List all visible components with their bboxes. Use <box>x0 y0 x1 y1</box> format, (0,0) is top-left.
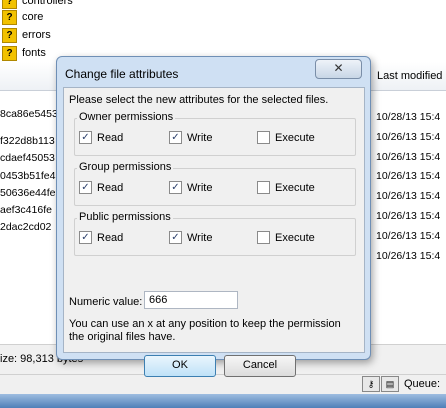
checkbox-box[interactable] <box>257 231 270 244</box>
group-write-checkbox[interactable]: ✓ Write <box>169 181 212 194</box>
tree-item-errors[interactable]: ? errors <box>0 26 51 44</box>
last-modified-cell[interactable]: 10/28/13 15:4 <box>376 108 446 128</box>
last-modified-cell[interactable]: 10/26/13 15:4 <box>376 187 446 207</box>
change-file-attributes-dialog: Change file attributes ✕ Please select t… <box>56 56 371 377</box>
dialog-title: Change file attributes <box>65 67 179 81</box>
key-icon[interactable]: ⚷ <box>362 376 380 392</box>
tree-item-label: core <box>22 11 44 23</box>
owner-read-checkbox[interactable]: ✓ Read <box>79 131 123 144</box>
last-modified-cell[interactable]: 10/26/13 15:4 <box>376 128 446 148</box>
taskbar <box>0 394 446 408</box>
public-write-checkbox[interactable]: ✓ Write <box>169 231 212 244</box>
group-permissions-group: Group permissions ✓ Read ✓ Write Execute <box>74 161 356 206</box>
close-button[interactable]: ✕ <box>315 59 362 79</box>
checkbox-box[interactable] <box>257 131 270 144</box>
column-header-last-modified[interactable]: Last modified <box>370 62 446 90</box>
checkbox-label: Write <box>187 181 213 194</box>
group-execute-checkbox[interactable]: Execute <box>257 181 315 194</box>
checkbox-box[interactable]: ✓ <box>169 231 182 244</box>
last-modified-cell[interactable]: 10/26/13 15:4 <box>376 207 446 227</box>
checkbox-box[interactable]: ✓ <box>79 131 92 144</box>
group-read-checkbox[interactable]: ✓ Read <box>79 181 123 194</box>
tree-item-label: errors <box>22 29 51 41</box>
checkbox-label: Read <box>97 131 124 144</box>
last-modified-column: 10/28/13 15:4 10/26/13 15:4 10/26/13 15:… <box>376 108 446 266</box>
last-modified-cell[interactable]: 10/26/13 15:4 <box>376 227 446 247</box>
file-name-cell[interactable]: 8ca86e5453 <box>0 106 56 123</box>
file-name-cell[interactable]: f322d8b113 <box>0 133 56 150</box>
tree-item-label: controllers <box>22 0 73 7</box>
checkbox-label: Read <box>97 181 124 194</box>
checkbox-label: Execute <box>275 181 315 194</box>
tree-item-label: fonts <box>22 47 46 59</box>
checkbox-box[interactable]: ✓ <box>79 181 92 194</box>
unknown-status-icon: ? <box>2 45 17 61</box>
info-text: You can use an x at any position to keep… <box>69 318 341 343</box>
unknown-status-icon: ? <box>2 27 17 43</box>
numeric-value-label: Numeric value: <box>69 296 143 308</box>
last-modified-cell[interactable]: 10/26/13 15:4 <box>376 247 446 267</box>
checkbox-box[interactable]: ✓ <box>79 231 92 244</box>
file-name-column: 8ca86e5453 f322d8b113 cdaef45053 0453b51… <box>0 90 56 236</box>
group-legend: Owner permissions <box>77 111 176 123</box>
last-modified-cell[interactable]: 10/26/13 15:4 <box>376 167 446 187</box>
checkbox-label: Write <box>187 231 213 244</box>
file-name-cell[interactable]: 50636e44fe <box>0 185 56 202</box>
checkbox-label: Write <box>187 131 213 144</box>
owner-permissions-group: Owner permissions ✓ Read ✓ Write Execute <box>74 111 356 156</box>
tree-item-fonts[interactable]: ? fonts <box>0 44 46 62</box>
public-execute-checkbox[interactable]: Execute <box>257 231 315 244</box>
tree-item-core[interactable]: ? core <box>0 8 43 26</box>
checkbox-label: Execute <box>275 231 315 244</box>
group-legend: Public permissions <box>77 211 173 223</box>
dialog-body: Please select the new attributes for the… <box>63 87 365 377</box>
checkbox-label: Read <box>97 231 124 244</box>
close-icon: ✕ <box>333 61 344 75</box>
numeric-value-input[interactable] <box>144 291 238 309</box>
owner-write-checkbox[interactable]: ✓ Write <box>169 131 212 144</box>
checkbox-box[interactable]: ✓ <box>169 131 182 144</box>
queue-label: Queue: <box>404 378 441 390</box>
group-legend: Group permissions <box>77 161 174 173</box>
cancel-button[interactable]: Cancel <box>224 355 296 377</box>
checkbox-box[interactable]: ✓ <box>169 181 182 194</box>
ok-button[interactable]: OK <box>144 355 216 377</box>
public-read-checkbox[interactable]: ✓ Read <box>79 231 123 244</box>
file-name-cell[interactable]: cdaef45053 <box>0 150 56 167</box>
dialog-prompt: Please select the new attributes for the… <box>69 94 329 106</box>
last-modified-cell[interactable]: 10/26/13 15:4 <box>376 148 446 168</box>
file-name-cell[interactable]: 0453b51fe4 <box>0 168 56 185</box>
checkbox-box[interactable] <box>257 181 270 194</box>
file-name-cell[interactable]: 2dac2cd02 <box>0 219 56 236</box>
public-permissions-group: Public permissions ✓ Read ✓ Write Execut… <box>74 211 356 256</box>
transfer-mode-icon[interactable]: ▤ <box>381 376 399 392</box>
unknown-status-icon: ? <box>2 9 17 25</box>
owner-execute-checkbox[interactable]: Execute <box>257 131 315 144</box>
checkbox-label: Execute <box>275 131 315 144</box>
file-name-cell[interactable]: aef3c416fe <box>0 202 56 219</box>
